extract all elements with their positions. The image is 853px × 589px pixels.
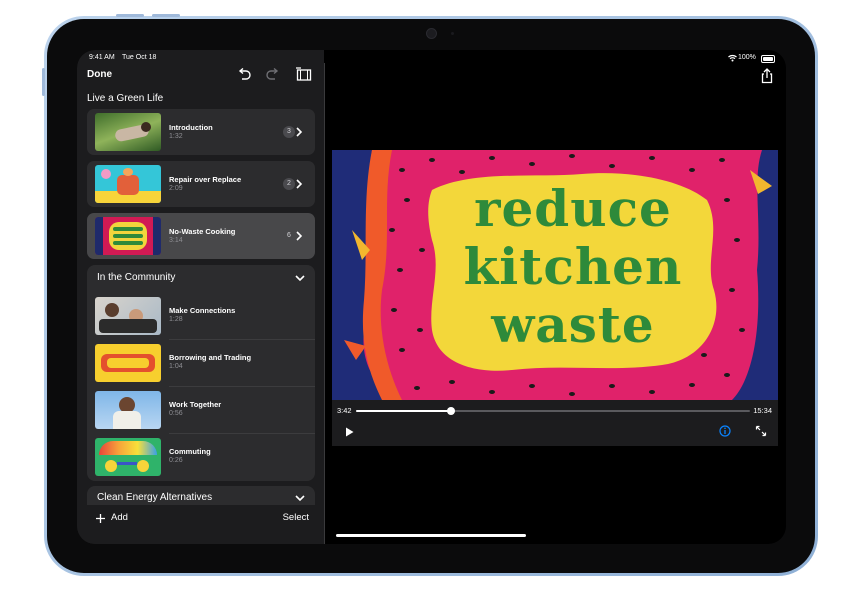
scrubber-progress: [356, 410, 451, 412]
undo-icon[interactable]: [237, 68, 251, 81]
clip-title: Commuting: [169, 447, 211, 456]
status-time: 9:41 AM: [89, 54, 115, 61]
expand-icon[interactable]: [755, 425, 767, 437]
chevron-right-icon: [296, 179, 303, 189]
clip-title: Introduction: [169, 123, 213, 132]
clip-card-no-waste-cooking[interactable]: No-Waste Cooking 3:14 6: [87, 213, 315, 259]
clip-card-repair-over-replace[interactable]: Repair over Replace 2:09 2: [87, 161, 315, 207]
clip-duration: 1:32: [169, 133, 183, 140]
group-title: In the Community: [97, 272, 176, 283]
clip-title: Make Connections: [169, 306, 236, 315]
player-controls: 3:42 15:34: [332, 400, 778, 446]
wifi-icon: [728, 54, 737, 62]
title-art: reduce kitchen waste: [432, 180, 714, 354]
share-icon[interactable]: [760, 68, 774, 84]
screen: Done Live a Green Life Introduction 1:32…: [77, 50, 786, 544]
top-button: [152, 14, 180, 17]
clip-duration: 0:26: [169, 457, 183, 464]
title-art-line: reduce: [474, 179, 672, 238]
clip-thumbnail: [95, 165, 161, 203]
title-art-line: waste: [491, 295, 655, 354]
current-time: 3:42: [337, 406, 352, 415]
side-button: [42, 68, 45, 96]
front-camera: [426, 28, 437, 39]
clip-duration: 3:14: [169, 237, 183, 244]
clip-thumbnail: [95, 217, 161, 255]
clip-thumbnail: [95, 113, 161, 151]
chevron-down-icon[interactable]: [293, 491, 307, 505]
status-date: Tue Oct 18: [122, 54, 157, 61]
scrubber-knob[interactable]: [446, 407, 455, 415]
select-button[interactable]: Select: [283, 512, 309, 523]
list-item-borrowing-and-trading[interactable]: Borrowing and Trading 1:04: [87, 339, 315, 386]
chevron-right-icon: [296, 231, 303, 241]
redo-icon[interactable]: [266, 68, 280, 81]
clip-title: Repair over Replace: [169, 175, 242, 184]
split-divider: [324, 63, 325, 544]
clip-title: Borrowing and Trading: [169, 353, 252, 362]
scrubber-track[interactable]: [356, 407, 750, 415]
clip-thumbnail: [95, 297, 161, 335]
done-button[interactable]: Done: [87, 69, 112, 80]
top-button: [116, 14, 144, 17]
film-icon[interactable]: [295, 67, 313, 82]
play-icon[interactable]: [345, 427, 354, 437]
clip-duration: 1:04: [169, 363, 183, 370]
project-sidebar: Done Live a Green Life Introduction 1:32…: [77, 50, 324, 544]
list-item-commuting[interactable]: Commuting 0:26: [87, 433, 315, 480]
title-art-line: kitchen: [463, 237, 683, 296]
list-item-work-together[interactable]: Work Together 0:56: [87, 386, 315, 433]
chevron-right-icon: [296, 127, 303, 137]
battery-percent: 100%: [738, 54, 756, 61]
clip-duration: 0:56: [169, 410, 183, 417]
clip-thumbnail: [95, 438, 161, 476]
community-group: In the Community Make Connections 1:28 B…: [87, 265, 315, 481]
total-time: 15:34: [753, 406, 772, 415]
home-indicator: [336, 534, 526, 537]
camera-sensor: [451, 32, 454, 35]
video-preview[interactable]: reduce kitchen waste: [332, 150, 778, 400]
add-label: Add: [111, 512, 128, 523]
clip-title: No-Waste Cooking: [169, 227, 236, 236]
list-item-make-connections[interactable]: Make Connections 1:28: [87, 292, 315, 339]
clip-card-introduction[interactable]: Introduction 1:32 3: [87, 109, 315, 155]
sidebar-bottom-bar: Add Select: [77, 505, 324, 544]
battery-icon: [761, 55, 775, 63]
chevron-down-icon[interactable]: [293, 271, 307, 285]
info-icon[interactable]: [719, 425, 731, 437]
plus-icon: [96, 514, 105, 523]
clip-thumbnail: [95, 344, 161, 382]
clip-duration: 2:09: [169, 185, 183, 192]
group-title: Clean Energy Alternatives: [97, 492, 213, 503]
clip-thumbnail: [95, 391, 161, 429]
clip-duration: 1:28: [169, 316, 183, 323]
clip-title: Work Together: [169, 400, 222, 409]
project-title: Live a Green Life: [87, 93, 164, 104]
